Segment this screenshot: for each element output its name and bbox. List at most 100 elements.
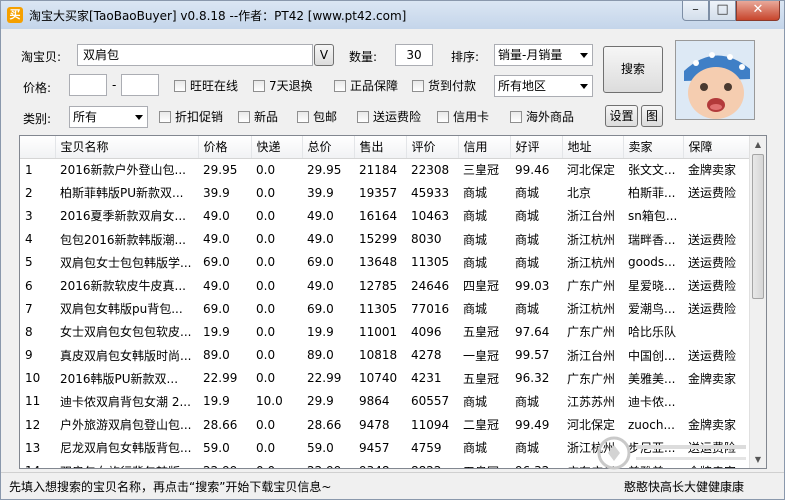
column-header-guarantee[interactable]: 保障 [683,136,751,159]
cell-sold: 10740 [359,371,398,386]
close-button[interactable]: ✕ [736,1,780,21]
checkbox-discount[interactable]: 折扣促销 [159,110,223,126]
cell-reviews: 8822 [406,459,458,468]
cell-sold: 11305 [359,301,398,316]
checkbox-7day-return[interactable]: 7天退换 [253,79,313,95]
cell-index: 4 [25,232,33,247]
cell-price: 89.0 [203,348,230,363]
table-row[interactable]: 1 2016新款户外登山包... 29.95 0.0 29.95 21184 22308 三皇… [20,158,750,181]
table-row[interactable]: 7 双肩包女韩版pu背包... 69.0 0.0 69.0 11305 77016 商城 商城 浙… [20,297,750,320]
scroll-down-arrow-icon[interactable]: ▼ [750,451,766,468]
column-header-total[interactable]: 总价 [302,136,355,159]
cell-seller: 中国创... [628,348,676,363]
table-row[interactable]: 5 双肩包女士包包韩版学... 69.0 0.0 69.0 13648 11305 商城 商城 浙… [20,251,750,274]
checkbox-label: 信用卡 [453,110,490,124]
cell-index: 1 [25,162,33,177]
cell-total: 69.0 [307,255,334,270]
cell-guarantee: 送运费险 [688,255,737,270]
region-select-value: 所有地区 [498,79,547,93]
cell-seller: goods... [628,255,676,270]
checkbox-label: 送运费险 [373,110,422,124]
scroll-up-arrow-icon[interactable]: ▲ [750,136,766,153]
column-header-credit[interactable]: 信用 [458,136,511,159]
cell-rating: 商城 [515,302,540,317]
cell-address: 浙江台州 [567,348,616,363]
results-table[interactable]: 宝贝名称 价格 快递 总价 售出 评价 信用 好评 地址 卖家 保障 1 2016… [19,135,767,469]
checkbox-shipping-insurance[interactable]: 送运费险 [357,110,421,126]
cell-rating: 96.32 [510,459,562,468]
category-select[interactable]: 所有 [69,106,148,128]
cell-name: 2016韩版PU新款双... [60,371,179,386]
vertical-scrollbar[interactable]: ▲ ▼ [749,136,766,468]
minimize-button[interactable]: – [682,1,709,21]
history-dropdown-button[interactable]: V [314,44,334,66]
table-row[interactable]: 12 户外旅游双肩包登山包... 28.66 0.0 28.66 9478 11094 二皇冠… [20,413,750,436]
cell-name: 真皮双肩包女韩版时尚... [60,348,192,363]
column-header-index[interactable] [20,136,56,159]
cell-total: 28.66 [307,417,342,432]
cell-name: 双肩包女旅行背包韩版... [55,459,198,468]
cell-credit: 五皇冠 [463,371,500,386]
cell-reviews: 10463 [411,208,450,223]
cell-price: 22.99 [198,459,251,468]
table-row[interactable]: 11 迪卡侬双肩背包女潮 2... 19.9 10.0 29.9 9864 60557 商城 商… [20,390,750,413]
category-select-value: 所有 [73,110,98,124]
search-button[interactable]: 搜索 [603,46,663,93]
settings-button[interactable]: 设置 [605,105,638,127]
table-row[interactable]: 8 女士双肩包女包包软皮... 19.9 0.0 19.9 11001 4096 五皇冠 97.… [20,320,750,343]
sort-select-value: 销量-月销量 [498,48,563,62]
column-header-reviews[interactable]: 评价 [406,136,459,159]
maximize-button[interactable]: □ [709,1,736,21]
cell-guarantee: 送运费险 [688,441,737,456]
cell-credit: 三皇冠 [463,163,500,178]
cell-address: 广东广州 [562,459,623,468]
checkbox-label: 旺旺在线 [190,79,239,93]
item-search-input[interactable]: 双肩包 [77,44,313,66]
cell-price: 69.0 [203,301,230,316]
cell-seller: 美雅美... [628,371,676,386]
cell-reviews: 60557 [411,394,450,409]
column-header-address[interactable]: 地址 [562,136,624,159]
column-header-price[interactable]: 价格 [198,136,252,159]
region-select[interactable]: 所有地区 [494,75,593,97]
table-row[interactable]: 6 2016新款软皮牛皮真... 49.0 0.0 49.0 12785 24646 四皇冠 9… [20,274,750,297]
cell-guarantee [683,204,750,227]
cell-guarantee: 送运费险 [688,348,737,363]
image-button[interactable]: 图 [641,105,663,127]
column-header-rating[interactable]: 好评 [510,136,563,159]
column-header-name[interactable]: 宝贝名称 [55,136,199,159]
price-max-input[interactable] [121,74,159,96]
column-header-seller[interactable]: 卖家 [623,136,684,159]
column-header-sold[interactable]: 售出 [354,136,407,159]
cell-rating: 商城 [515,441,540,456]
checkbox-new-item[interactable]: 新品 [238,110,278,126]
price-min-input[interactable] [69,74,107,96]
table-row[interactable]: 3 2016夏季新款双肩女... 49.0 0.0 49.0 16164 10463 商城 商城… [20,204,750,227]
checkbox-overseas[interactable]: 海外商品 [510,110,574,126]
table-row[interactable]: 14双肩包女旅行背包韩版...22.990.022.9993488822五皇冠9… [20,459,750,468]
table-row[interactable]: 13 尼龙双肩包女韩版背包... 59.0 0.0 59.0 9457 4759 商城 商城 浙江… [20,436,750,459]
cell-total: 49.0 [307,278,334,293]
table-row[interactable]: 4 包包2016新款韩版潮... 49.0 0.0 49.0 15299 8030 商城 商城 浙… [20,228,750,251]
cell-reviews: 22308 [411,162,450,177]
cell-sold: 13648 [359,255,398,270]
table-row[interactable]: 2 柏斯菲韩版PU新款双... 39.9 0.0 39.9 19357 45933 商城 商城 北… [20,181,750,204]
column-header-shipping[interactable]: 快递 [251,136,303,159]
cell-reviews: 4096 [411,324,442,339]
category-label: 类别: [23,112,52,126]
cell-rating: 商城 [515,255,540,270]
checkbox-genuine-guarantee[interactable]: 正品保障 [334,79,398,95]
table-row[interactable]: 10 2016韩版PU新款双... 22.99 0.0 22.99 10740 4231 五皇… [20,367,750,390]
checkbox-cash-on-delivery[interactable]: 货到付款 [412,79,476,95]
checkbox-credit-card[interactable]: 信用卡 [437,110,489,126]
cell-address: 广东广州 [567,325,616,340]
cell-rating: 商城 [515,209,540,224]
cell-shipping: 0.0 [256,185,276,200]
sort-select[interactable]: 销量-月销量 [494,44,593,66]
quantity-input[interactable]: 30 [395,44,433,66]
checkbox-wangwang-online[interactable]: 旺旺在线 [174,79,238,95]
table-row[interactable]: 9 真皮双肩包女韩版时尚... 89.0 0.0 89.0 10818 4278 一皇冠 99.… [20,344,750,367]
scroll-thumb[interactable] [752,154,764,299]
cell-rating: 97.64 [515,324,550,339]
checkbox-free-shipping[interactable]: 包邮 [297,110,337,126]
